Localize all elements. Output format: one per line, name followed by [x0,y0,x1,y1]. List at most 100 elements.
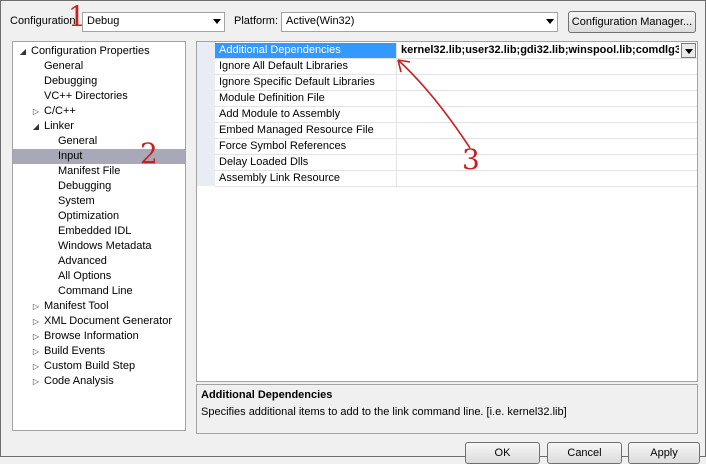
tree-item-label: Custom Build Step [44,360,136,372]
description-text: Specifies additional items to add to the… [201,406,567,418]
tree-item-label: Browse Information [44,330,139,342]
annotation-1: 1 [68,0,86,33]
property-tree: ◢ Configuration Properties General Debuggin… [12,41,186,431]
tree-item-label: Advanced [58,255,107,267]
tree-item-label: C/C++ [44,105,76,117]
collapse-arrow-icon[interactable]: ◢ [31,119,41,134]
property-value[interactable] [399,123,679,138]
property-name[interactable]: Additional Dependencies [215,43,397,58]
property-row[interactable]: Ignore All Default Libraries [215,59,697,75]
tree-item-label: Manifest Tool [44,300,109,312]
tree-item-label: Windows Metadata [58,240,152,252]
tree-item[interactable]: Embedded IDL [13,224,185,239]
annotation-2: 2 [140,137,158,170]
property-value[interactable] [399,75,679,90]
tree-item-label: Optimization [58,210,120,222]
property-row[interactable]: Module Definition File [215,91,697,107]
tree-item[interactable]: Command Line [13,284,185,299]
tree-item-label: System [58,195,95,207]
expand-arrow-icon[interactable]: ▷ [31,314,41,329]
apply-button[interactable]: Apply [628,442,700,464]
ok-button[interactable]: OK [465,442,540,464]
property-value[interactable] [399,91,679,106]
expand-arrow-icon[interactable]: ▷ [31,299,41,314]
property-value[interactable] [399,171,679,186]
tree-item-label: Code Analysis [44,375,114,387]
configuration-manager-button[interactable]: Configuration Manager... [568,11,696,33]
chevron-down-icon [213,19,221,24]
tree-item[interactable]: ▷ Manifest Tool [13,299,185,314]
property-name[interactable]: Assembly Link Resource [215,171,397,186]
tree-item[interactable]: ▷ Browse Information [13,329,185,344]
tree-item[interactable]: ◢ Linker [13,119,185,134]
property-row[interactable]: Add Module to Assembly [215,107,697,123]
tree-item[interactable]: ▷ Build Events [13,344,185,359]
property-name[interactable]: Module Definition File [215,91,397,106]
property-value[interactable] [399,59,679,74]
property-name[interactable]: Embed Managed Resource File [215,123,397,138]
property-name[interactable]: Ignore All Default Libraries [215,59,397,74]
platform-label: Platform: [234,15,279,27]
tree-item[interactable]: Debugging [13,179,185,194]
property-name[interactable]: Ignore Specific Default Libraries [215,75,397,90]
platform-dropdown[interactable]: Active(Win32) [281,12,558,32]
property-row[interactable]: Ignore Specific Default Libraries [215,75,697,91]
tree-item[interactable]: Input [13,149,185,164]
platform-value: Active(Win32) [286,15,355,27]
property-value[interactable] [399,107,679,122]
tree-item[interactable]: General [13,134,185,149]
tree-item-label: Debugging [58,180,112,192]
tree-item[interactable]: System [13,194,185,209]
property-name[interactable]: Delay Loaded Dlls [215,155,397,170]
description-panel: Additional Dependencies Specifies additi… [196,384,698,434]
configuration-value: Debug [87,15,120,27]
tree-item[interactable]: Optimization [13,209,185,224]
tree-item[interactable]: Advanced [13,254,185,269]
tree-item[interactable]: ▷ XML Document Generator [13,314,185,329]
tree-item-label: XML Document Generator [44,315,172,327]
property-row[interactable]: Delay Loaded Dlls [215,155,697,171]
property-row[interactable]: Assembly Link Resource [215,171,697,187]
property-row[interactable]: Embed Managed Resource File [215,123,697,139]
chevron-down-icon [546,19,554,24]
tree-item[interactable]: Windows Metadata [13,239,185,254]
tree-item-label: Command Line [58,285,133,297]
expand-arrow-icon[interactable]: ▷ [31,359,41,374]
tree-item[interactable]: ▷ C/C++ [13,104,185,119]
expand-arrow-icon[interactable]: ▷ [31,374,41,389]
tree-item[interactable]: ◢ Configuration Properties [13,44,185,59]
tree-item[interactable]: General [13,59,185,74]
property-row[interactable]: Force Symbol References [215,139,697,155]
expand-arrow-icon[interactable]: ▷ [31,344,41,359]
tree-item-label: Configuration Properties [31,45,150,57]
collapse-arrow-icon[interactable]: ◢ [18,44,28,59]
tree-item-label: All Options [58,270,112,282]
description-title: Additional Dependencies [201,389,333,401]
tree-item-label: General [44,60,84,72]
configuration-dropdown[interactable]: Debug [82,12,225,32]
tree-item-label: Manifest File [58,165,121,177]
tree-item[interactable]: ▷ Code Analysis [13,374,185,389]
chevron-down-icon [685,49,693,54]
tree-item[interactable]: Debugging [13,74,185,89]
property-grid: Additional Dependencies kernel32.lib;user… [196,41,698,382]
expand-arrow-icon[interactable]: ▷ [31,329,41,344]
annotation-3: 3 [462,143,480,176]
property-name[interactable]: Force Symbol References [215,139,397,154]
tree-item-label: General [58,135,98,147]
cancel-button[interactable]: Cancel [547,442,622,464]
tree-item[interactable]: All Options [13,269,185,284]
tree-item[interactable]: VC++ Directories [13,89,185,104]
tree-item-label: Build Events [44,345,106,357]
value-dropdown-button[interactable] [681,43,696,58]
tree-item[interactable]: Manifest File [13,164,185,179]
property-value[interactable] [399,155,679,170]
tree-item-label: VC++ Directories [44,90,128,102]
property-value[interactable]: kernel32.lib;user32.lib;gdi32.lib;winspo… [399,43,679,58]
expand-arrow-icon[interactable]: ▷ [31,104,41,119]
property-name[interactable]: Add Module to Assembly [215,107,397,122]
grid-gutter [197,42,215,186]
property-value[interactable] [399,139,679,154]
property-row[interactable]: Additional Dependencies kernel32.lib;user… [215,43,697,59]
tree-item[interactable]: ▷ Custom Build Step [13,359,185,374]
